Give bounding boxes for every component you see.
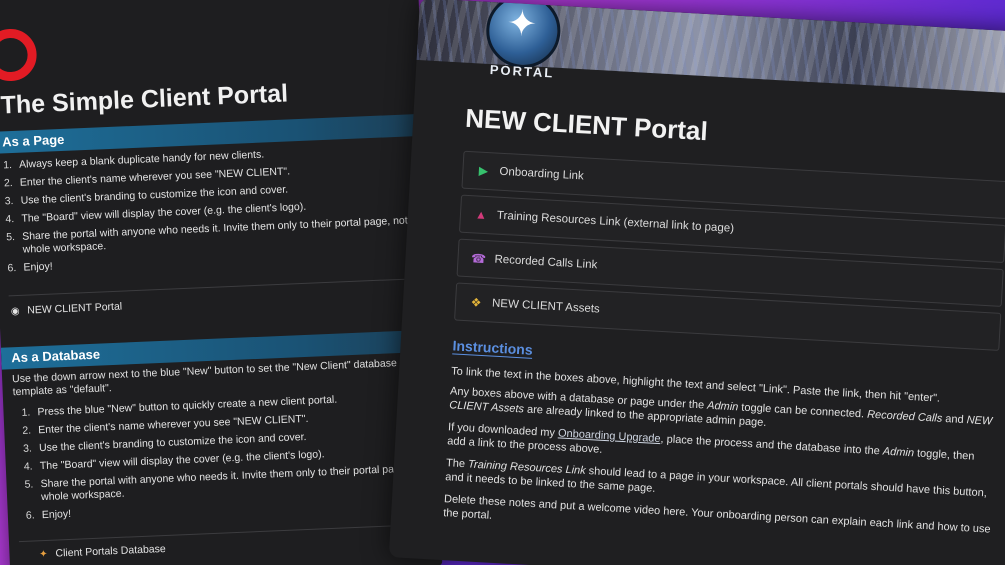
link-label: Training Resources Link (external link t… [496, 209, 735, 235]
section-heading-text: As a Database [10, 346, 101, 366]
database-steps-list: 1. Press the blue "New" button to quickly… [21, 389, 442, 527]
red-ring-icon [0, 27, 38, 83]
logo-text: PORTAL [489, 62, 555, 81]
page-steps-list: 1. Always keep a blank duplicate handy fo… [3, 142, 428, 280]
new-client-portal-page: ✦ PORTAL NEW CLIENT Portal ▶ Onboarding … [388, 0, 1005, 565]
client-portals-database-link[interactable]: ✦ Client Portals Database [37, 543, 166, 560]
link-label: NEW CLIENT Assets [491, 297, 601, 316]
screenshot-stage: The Simple Client Portal As a Page 1. Alw… [0, 0, 1005, 565]
person-icon: ✦ [39, 548, 48, 560]
new-client-portal-link[interactable]: ◉ NEW CLIENT Portal [9, 300, 123, 318]
telephone-icon: ☎ [470, 251, 487, 267]
portal-page-icon: ◉ [10, 305, 20, 317]
divider [8, 278, 409, 297]
portal-logo: ✦ PORTAL [473, 0, 574, 92]
database-link-label: Client Portals Database [55, 542, 166, 560]
link-label: Recorded Calls Link [494, 253, 598, 272]
simple-client-portal-page: The Simple Client Portal As a Page 1. Alw… [0, 0, 443, 565]
page-title: The Simple Client Portal [0, 79, 289, 120]
page-link-label: NEW CLIENT Portal [27, 300, 123, 317]
section-heading-text: As a Page [1, 131, 65, 150]
running-figure-icon: ✦ [505, 1, 539, 45]
graduation-cap-icon: ▲ [474, 207, 488, 223]
instructions-heading: Instructions [452, 337, 534, 359]
palette-icon: ❖ [470, 295, 482, 310]
divider [18, 524, 419, 543]
link-label: Onboarding Link [499, 165, 585, 183]
play-icon: ▶ [478, 163, 489, 179]
page-title: NEW CLIENT Portal [464, 102, 709, 147]
